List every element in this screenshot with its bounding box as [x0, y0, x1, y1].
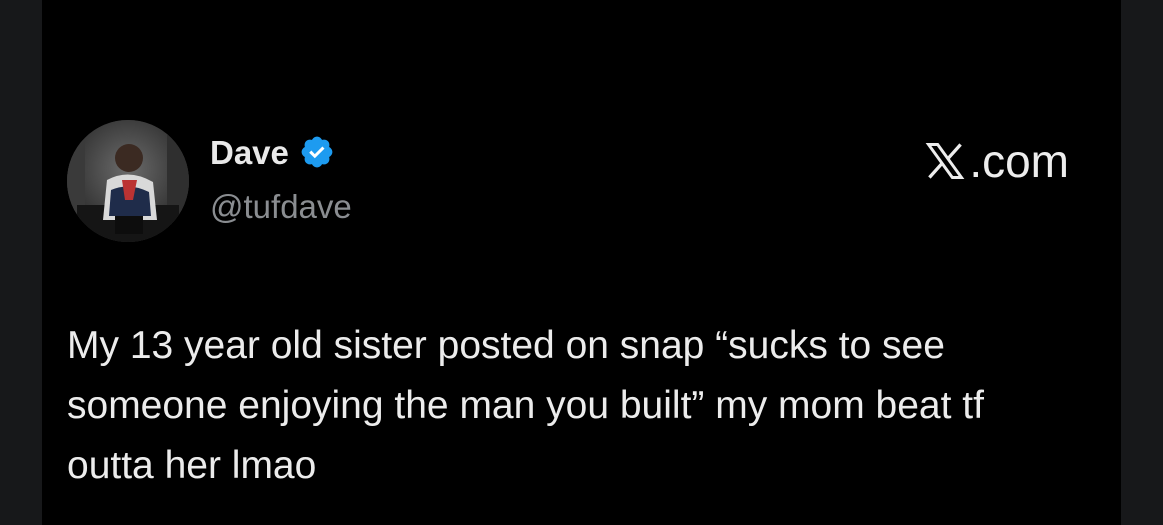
screenshot-frame: Dave @tufdave .com My 13 year old sister…: [0, 0, 1163, 525]
author-name-label: Dave: [210, 133, 289, 171]
verified-badge-icon: [299, 134, 335, 170]
avatar-photo-icon: [67, 120, 189, 242]
author-name[interactable]: Dave: [210, 134, 335, 170]
tweet-card: Dave @tufdave .com My 13 year old sister…: [42, 0, 1121, 525]
watermark-domain: .com: [969, 135, 1069, 187]
tweet-text: My 13 year old sister posted on snap “su…: [67, 324, 984, 487]
x-com-watermark: .com: [923, 138, 1069, 184]
avatar[interactable]: [67, 120, 189, 242]
author-handle[interactable]: @tufdave: [210, 190, 352, 223]
x-logo-icon: [923, 139, 967, 183]
